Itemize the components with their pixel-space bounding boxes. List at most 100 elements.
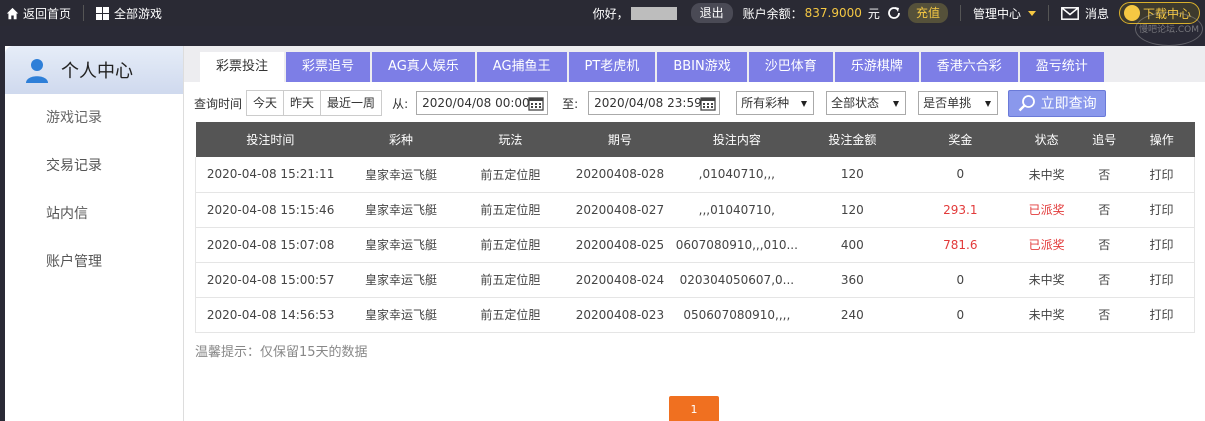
refresh-icon[interactable]	[886, 5, 902, 21]
cell-chase: 否	[1079, 262, 1129, 298]
tab-leyou-cards[interactable]: 乐游棋牌	[834, 52, 919, 82]
to-label: 至:	[562, 96, 579, 111]
lottery-type-select[interactable]: 所有彩种	[736, 91, 815, 115]
tabs-bar: 彩票投注 彩票追号 AG真人娱乐 AG捕鱼王 PT老虎机 BBIN游戏 沙巴体育…	[184, 46, 1205, 82]
tab-bbin[interactable]: BBIN游戏	[657, 52, 747, 82]
cell-bet-content: ,01040710,,,	[675, 157, 798, 193]
cell-bet-amount: 400	[797, 227, 907, 263]
col-bet-time: 投注时间	[195, 122, 346, 157]
cell-prize: 0	[906, 262, 1014, 298]
cell-lottery: 皇家幸运飞艇	[345, 297, 457, 333]
table-row: 2020-04-08 15:07:08 皇家幸运飞艇 前五定位胆 2020040…	[195, 227, 1195, 263]
col-bet-amount: 投注金额	[797, 122, 907, 157]
tab-ag-live[interactable]: AG真人娱乐	[372, 52, 475, 82]
cell-bet-content: 050607080910,,,,	[675, 297, 798, 333]
print-link[interactable]: 打印	[1128, 192, 1195, 228]
cell-issue: 20200408-024	[564, 262, 676, 298]
from-date-value: 2020/04/08 00:00	[422, 96, 530, 110]
calendar-icon[interactable]	[528, 95, 544, 111]
single-pick-select[interactable]: 是否单挑	[918, 91, 999, 115]
divider	[1047, 5, 1049, 21]
tab-lottery-chase[interactable]: 彩票追号	[286, 52, 371, 82]
col-play-type: 玩法	[456, 122, 565, 157]
col-chase: 追号	[1079, 122, 1129, 157]
cell-issue: 20200408-027	[564, 192, 676, 228]
sidebar-item-transactions[interactable]: 交易记录	[5, 142, 183, 190]
from-date-input[interactable]: 2020/04/08 00:00	[416, 91, 549, 115]
divider	[959, 5, 961, 21]
masked-username	[630, 6, 677, 20]
cell-prize: 0	[906, 157, 1014, 193]
col-prize: 奖金	[906, 122, 1014, 157]
balance-value: 837.9000	[804, 6, 862, 20]
cell-bet-amount: 120	[797, 192, 907, 228]
logout-button[interactable]: 退出	[690, 3, 733, 23]
tab-pt-slots[interactable]: PT老虎机	[568, 52, 656, 82]
retention-tip: 温馨提示：仅保留15天的数据	[195, 345, 368, 360]
print-link[interactable]: 打印	[1128, 262, 1195, 298]
balance-label: 账户余额：	[742, 6, 803, 21]
top-bar: 返回首页 全部游戏 你好， 退出 账户余额： 837.9000 元 充值 管理中…	[0, 0, 1205, 26]
cell-status: 已派奖	[1013, 192, 1080, 228]
table-row: 2020-04-08 15:21:11 皇家幸运飞艇 前五定位胆 2020040…	[195, 157, 1195, 193]
mail-icon[interactable]	[1061, 6, 1079, 20]
cell-lottery: 皇家幸运飞艇	[345, 262, 457, 298]
bet-records-table: 投注时间 彩种 玩法 期号 投注内容 投注金额 奖金 状态 追号 操作 2020…	[195, 122, 1195, 333]
cell-lottery: 皇家幸运飞艇	[345, 192, 457, 228]
last-week-button[interactable]: 最近一周	[321, 91, 382, 115]
print-link[interactable]: 打印	[1128, 157, 1195, 193]
cell-bet-content: 020304050607,0...	[675, 262, 798, 298]
cell-status: 已派奖	[1013, 227, 1080, 263]
sidebar: 个人中心 游戏记录 交易记录 站内信 账户管理	[5, 46, 184, 421]
recharge-button[interactable]: 充值	[907, 3, 948, 23]
cell-issue: 20200408-028	[564, 157, 676, 193]
cell-chase: 否	[1079, 157, 1129, 193]
print-link[interactable]: 打印	[1128, 227, 1195, 263]
page-button-1[interactable]: 1	[669, 396, 719, 421]
col-bet-content: 投注内容	[675, 122, 798, 157]
home-label: 返回首页	[23, 6, 72, 21]
all-games-link[interactable]: 全部游戏	[96, 0, 162, 26]
cell-lottery: 皇家幸运飞艇	[345, 227, 457, 263]
yesterday-button[interactable]: 昨天	[284, 91, 322, 115]
to-date-input[interactable]: 2020/04/08 23:59	[588, 91, 721, 115]
home-icon	[6, 7, 19, 19]
cell-bet-time: 2020-04-08 15:21:11	[195, 157, 346, 193]
cell-chase: 否	[1079, 297, 1129, 333]
calendar-icon[interactable]	[700, 95, 716, 111]
tab-list: 彩票投注 彩票追号 AG真人娱乐 AG捕鱼王 PT老虎机 BBIN游戏 沙巴体育…	[200, 52, 1106, 82]
cell-status: 未中奖	[1013, 157, 1080, 193]
tab-ag-fishing[interactable]: AG捕鱼王	[476, 52, 567, 82]
manage-center-menu[interactable]: 管理中心	[973, 5, 1021, 22]
chevron-down-icon[interactable]	[1027, 10, 1036, 16]
cell-bet-time: 2020-04-08 15:07:08	[195, 227, 346, 263]
tab-saba-sports[interactable]: 沙巴体育	[748, 52, 833, 82]
today-button[interactable]: 今天	[247, 91, 285, 115]
cell-issue: 20200408-023	[564, 297, 676, 333]
table-header-row: 投注时间 彩种 玩法 期号 投注内容 投注金额 奖金 状态 追号 操作	[195, 122, 1195, 157]
balance-unit: 元	[867, 6, 880, 21]
grid-icon	[96, 6, 110, 20]
cell-status: 未中奖	[1013, 297, 1080, 333]
cell-bet-amount: 360	[797, 262, 907, 298]
table-row: 2020-04-08 15:15:46 皇家幸运飞艇 前五定位胆 2020040…	[195, 192, 1195, 228]
tab-profit-stats[interactable]: 盈亏统计	[1019, 52, 1104, 82]
tab-hk-mark-six[interactable]: 香港六合彩	[920, 52, 1018, 82]
sidebar-item-game-records[interactable]: 游戏记录	[5, 94, 183, 142]
tab-lottery-bets[interactable]: 彩票投注	[200, 52, 285, 82]
query-button[interactable]: 立即查询	[1008, 89, 1107, 117]
sidebar-item-inbox[interactable]: 站内信	[5, 190, 183, 238]
messages-link[interactable]: 消息	[1085, 5, 1109, 22]
print-link[interactable]: 打印	[1128, 297, 1195, 333]
cell-bet-amount: 120	[797, 157, 907, 193]
col-lottery: 彩种	[345, 122, 457, 157]
watermark-logo: 慢吧论坛.COM	[1135, 12, 1203, 46]
table-row: 2020-04-08 15:00:57 皇家幸运飞艇 前五定位胆 2020040…	[195, 262, 1195, 298]
status-value: 全部状态	[831, 96, 880, 110]
quick-range-group: 今天 昨天 最近一周	[246, 90, 383, 116]
sidebar-item-account[interactable]: 账户管理	[5, 238, 183, 286]
from-label: 从:	[392, 96, 409, 111]
status-select[interactable]: 全部状态	[826, 91, 907, 115]
home-link[interactable]: 返回首页	[6, 0, 71, 26]
chevron-down-icon	[893, 101, 900, 107]
